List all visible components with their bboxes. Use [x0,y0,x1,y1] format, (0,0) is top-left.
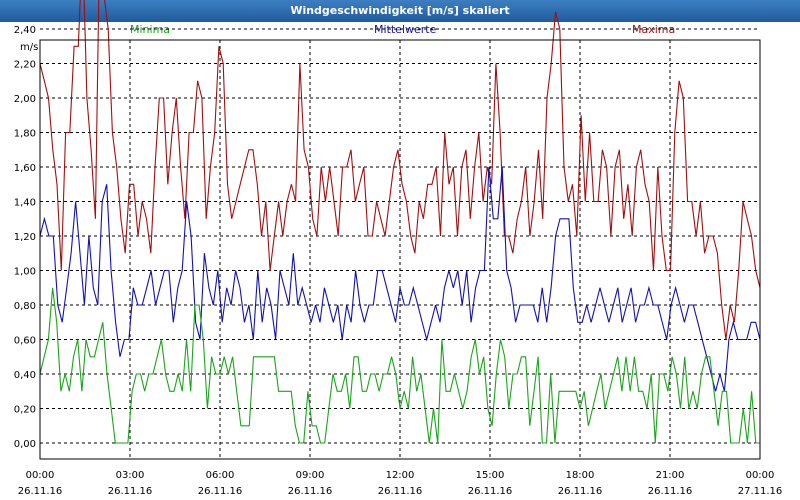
y-tick-label: 1,20 [14,232,36,243]
x-tick-time: 12:00 [386,470,415,481]
y-tick-label: 0,20 [14,405,36,416]
x-tick-time: 06:00 [206,470,235,481]
x-tick-time: 09:00 [296,470,325,481]
x-tick-time: 00:00 [746,470,775,481]
y-tick-label: 1,80 [14,129,36,140]
x-tick-date: 26.11.16 [108,486,153,497]
x-tick-time: 21:00 [656,470,685,481]
y-tick-label: 1,60 [14,163,36,174]
x-axis-ticks: 00:00 26.11.16 03:00 26.11.16 06:00 26.11.16 0… [18,470,783,497]
y-axis-unit: m/s [20,42,38,53]
y-tick-label: 0,60 [14,336,36,347]
x-tick-date: 26.11.16 [648,486,693,497]
y-tick-label: 1,00 [14,267,36,278]
x-tick-date: 26.11.16 [558,486,603,497]
x-tick-time: 00:00 [26,470,55,481]
x-tick-time: 18:00 [566,470,595,481]
x-tick-date: 26.11.16 [288,486,333,497]
x-tick-date: 26.11.16 [468,486,513,497]
x-tick-date: 27.11.16 [738,486,783,497]
y-tick-label: 2,20 [14,60,36,71]
y-tick-label: 2,00 [14,94,36,105]
y-axis-ticks: 0,00 0,20 0,40 0,60 0,80 1,00 1,20 1,40 1,60 1,80… [14,0,36,450]
y-tick-label: 0,80 [14,301,36,312]
x-tick-date: 26.11.16 [198,486,243,497]
x-tick-date: 26.11.16 [378,486,423,497]
y-tick-label: 2,60 [14,0,36,2]
wind-speed-chart: m/s 0,00 0,20 0,40 0,60 0,80 1,00 1,20 1,40 1,60… [14,0,783,497]
y-tick-label: 0,00 [14,439,36,450]
x-tick-date: 26.11.16 [18,486,63,497]
x-tick-time: 03:00 [116,470,145,481]
y-tick-label: 2,40 [14,25,36,36]
y-tick-label: 1,40 [14,198,36,209]
x-tick-time: 15:00 [476,470,505,481]
series-line-mean [39,166,761,392]
y-tick-label: 0,40 [14,370,36,381]
